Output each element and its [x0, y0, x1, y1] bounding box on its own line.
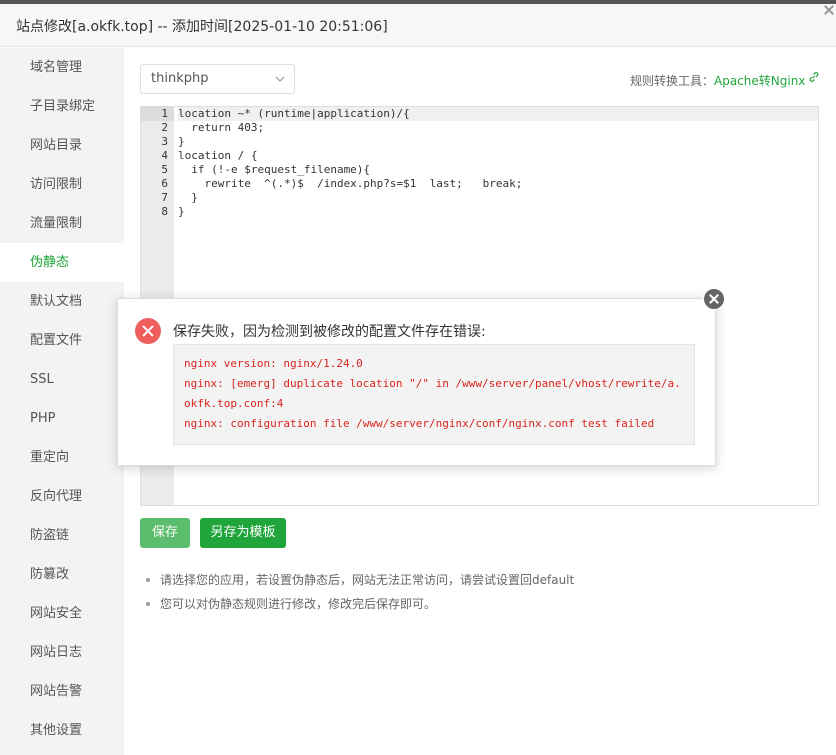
error-dialog: 保存失败，因为检测到被修改的配置文件存在错误: nginx version: n… — [117, 298, 716, 466]
sidebar-item-site-alert[interactable]: 网站告警 — [0, 672, 124, 711]
sidebar-item-ssl[interactable]: SSL — [0, 360, 124, 399]
convert-tool-label: 规则转换工具： — [630, 74, 715, 88]
sidebar-item-tamper-proof[interactable]: 防篡改 — [0, 555, 124, 594]
error-line: nginx version: nginx/1.24.0 — [184, 357, 363, 370]
tip-item: 请选择您的应用，若设置伪静态后，网站无法正常访问，请尝试设置回default — [146, 572, 574, 596]
sidebar-item-default-doc[interactable]: 默认文档 — [0, 282, 124, 321]
sidebar-item-php[interactable]: PHP — [0, 399, 124, 438]
code-line: return 403; — [178, 121, 265, 134]
line-number: 4 — [161, 149, 168, 162]
tip-item: 您可以对伪静态规则进行修改，修改完后保存即可。 — [146, 596, 574, 620]
sidebar-item-access-limit[interactable]: 访问限制 — [0, 165, 124, 204]
line-number: 5 — [161, 163, 168, 176]
rewrite-template-value: thinkphp — [151, 71, 209, 86]
line-number: 3 — [161, 135, 168, 148]
tips-list: 请选择您的应用，若设置伪静态后，网站无法正常访问，请尝试设置回default 您… — [146, 572, 574, 620]
save-as-template-button[interactable]: 另存为模板 — [200, 518, 286, 548]
sidebar-item-traffic-limit[interactable]: 流量限制 — [0, 204, 124, 243]
sidebar-item-site-security[interactable]: 网站安全 — [0, 594, 124, 633]
code-line: location ~* (runtime|application)/{ — [178, 107, 818, 121]
code-line: } — [178, 191, 198, 204]
sidebar-item-site-dir[interactable]: 网站目录 — [0, 126, 124, 165]
window-close-icon[interactable] — [822, 4, 836, 18]
error-details: nginx version: nginx/1.24.0 nginx: [emer… — [173, 344, 695, 445]
code-lines[interactable]: location ~* (runtime|application)/{ retu… — [178, 107, 818, 219]
sidebar-item-other-settings[interactable]: 其他设置 — [0, 711, 124, 750]
error-dialog-title: 保存失败，因为检测到被修改的配置文件存在错误: — [173, 324, 486, 340]
sidebar-item-config-file[interactable]: 配置文件 — [0, 321, 124, 360]
sidebar-item-reverse-proxy[interactable]: 反向代理 — [0, 477, 124, 516]
save-button[interactable]: 保存 — [140, 518, 190, 548]
line-number: 8 — [161, 205, 168, 218]
title-bar: 站点修改[a.okfk.top] -- 添加时间[2025-01-10 20:5… — [0, 4, 836, 47]
code-line: if (!-e $request_filename){ — [178, 163, 371, 176]
line-number: 6 — [161, 177, 168, 190]
code-line: rewrite ^(.*)$ /index.php?s=$1 last; bre… — [178, 177, 523, 190]
sidebar-item-redirect[interactable]: 重定向 — [0, 438, 124, 477]
line-number: 1 — [141, 107, 174, 121]
close-icon[interactable] — [703, 288, 725, 310]
sidebar-item-subdir[interactable]: 子目录绑定 — [0, 87, 124, 126]
code-line: location / { — [178, 149, 258, 162]
error-line: nginx: [emerg] duplicate location "/" in… — [184, 377, 681, 390]
apache-to-nginx-link[interactable]: Apache转Nginx — [714, 72, 805, 89]
sidebar-item-domain[interactable]: 域名管理 — [0, 48, 124, 87]
code-line: } — [178, 135, 185, 148]
sidebar-item-site-log[interactable]: 网站日志 — [0, 633, 124, 672]
line-number: 7 — [161, 191, 168, 204]
chevron-down-icon — [275, 76, 285, 82]
line-number: 2 — [161, 121, 168, 134]
error-line: okfk.top.conf:4 — [184, 397, 284, 410]
sidebar-item-rewrite[interactable]: 伪静态 — [0, 243, 124, 282]
sidebar: 域名管理 子目录绑定 网站目录 访问限制 流量限制 伪静态 默认文档 配置文件 … — [0, 48, 124, 755]
rewrite-template-select[interactable]: thinkphp — [140, 64, 295, 94]
sidebar-item-hotlink[interactable]: 防盗链 — [0, 516, 124, 555]
error-line: nginx: configuration file /www/server/ng… — [184, 417, 655, 430]
link-icon[interactable] — [808, 71, 820, 83]
window-title: 站点修改[a.okfk.top] -- 添加时间[2025-01-10 20:5… — [16, 19, 388, 35]
code-line: } — [178, 205, 185, 218]
error-icon — [135, 318, 161, 344]
